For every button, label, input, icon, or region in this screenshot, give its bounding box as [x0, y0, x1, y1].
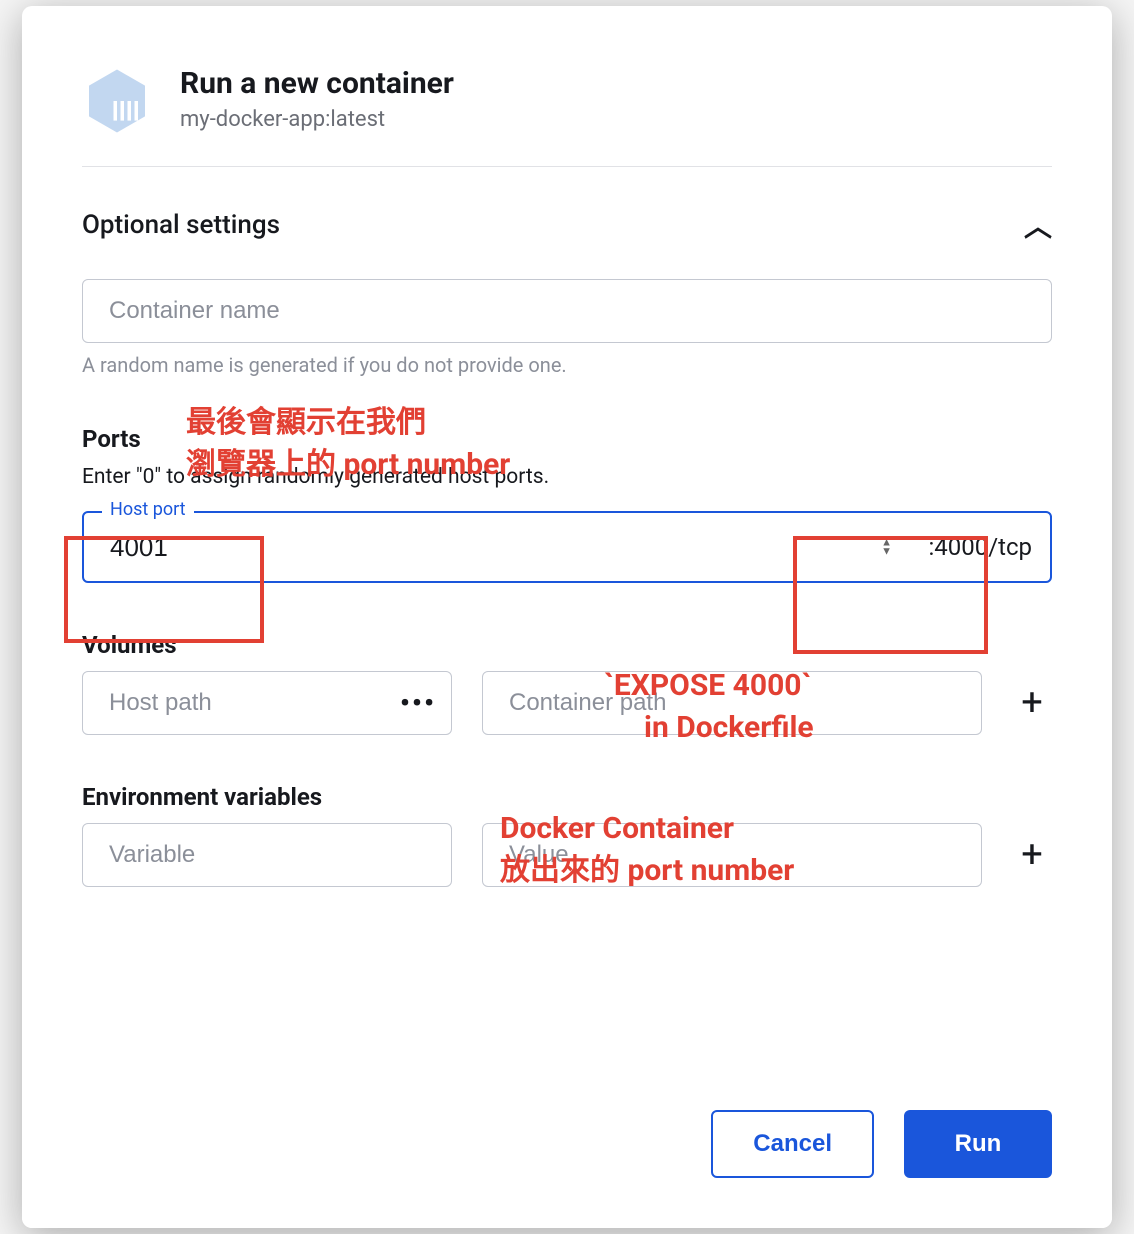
host-path-input[interactable]	[82, 671, 452, 735]
container-name-helper: A random name is generated if you do not…	[82, 353, 1052, 377]
scroll-fade	[82, 927, 1052, 997]
ports-description: Enter "0" to assign randomly generated h…	[82, 465, 1052, 489]
volumes-row: ••• +	[82, 671, 1052, 735]
env-row: +	[82, 823, 1052, 887]
add-volume-icon[interactable]: +	[1012, 684, 1052, 722]
modal-title: Run a new container	[180, 66, 454, 101]
container-path-input[interactable]	[482, 671, 982, 735]
container-name-input[interactable]	[82, 279, 1052, 343]
image-tag: my-docker-app:latest	[180, 107, 454, 132]
ports-label: Ports	[82, 425, 1052, 453]
run-container-modal: Run a new container my-docker-app:latest…	[22, 6, 1112, 1228]
chevron-up-icon: ︿	[1024, 205, 1052, 245]
env-label: Environment variables	[82, 783, 1052, 811]
add-env-icon[interactable]: +	[1012, 836, 1052, 874]
header-text: Run a new container my-docker-app:latest	[180, 66, 454, 132]
env-variable-input[interactable]	[82, 823, 452, 887]
divider	[82, 166, 1052, 167]
port-spinner[interactable]: ▲▼	[881, 538, 892, 557]
modal-header: Run a new container my-docker-app:latest	[22, 6, 1112, 166]
host-port-input[interactable]	[82, 511, 1052, 583]
browse-host-path-icon[interactable]: •••	[400, 687, 436, 720]
optional-settings-toggle[interactable]: Optional settings ︿	[82, 205, 1052, 245]
container-icon	[82, 66, 152, 136]
container-port-suffix: :4000/tcp	[928, 533, 1032, 561]
env-value-input[interactable]	[482, 823, 982, 887]
volumes-label: Volumes	[82, 631, 1052, 659]
cancel-button[interactable]: Cancel	[711, 1110, 874, 1178]
host-port-floating-label: Host port	[102, 499, 194, 520]
modal-footer: Cancel Run	[22, 1060, 1112, 1228]
modal-body: Optional settings ︿ A random name is gen…	[22, 166, 1112, 1060]
port-row: Host port ▲▼ :4000/tcp	[82, 511, 1052, 583]
optional-settings-label: Optional settings	[82, 210, 280, 240]
run-button[interactable]: Run	[904, 1110, 1052, 1178]
